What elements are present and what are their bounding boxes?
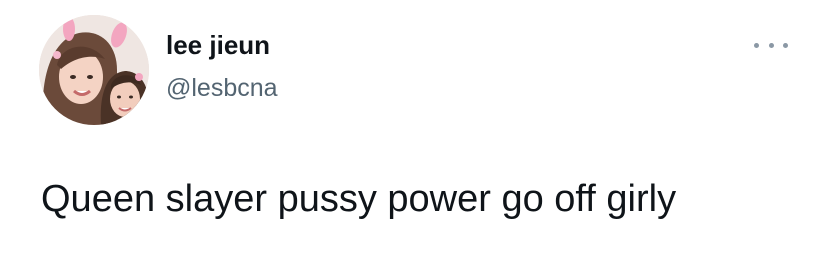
- display-name[interactable]: lee jieun: [166, 30, 270, 60]
- avatar-photo: [39, 15, 149, 125]
- more-dot: [783, 42, 788, 48]
- tweet-card: lee jieun @lesbcna Queen slayer pussy po…: [0, 0, 828, 275]
- tweet-text: Queen slayer pussy power go off girly: [41, 178, 677, 220]
- more-options-icon[interactable]: [754, 35, 788, 55]
- avatar[interactable]: [39, 15, 149, 125]
- user-handle[interactable]: @lesbcna: [166, 73, 278, 103]
- more-dot: [754, 42, 759, 48]
- more-dot: [768, 42, 774, 48]
